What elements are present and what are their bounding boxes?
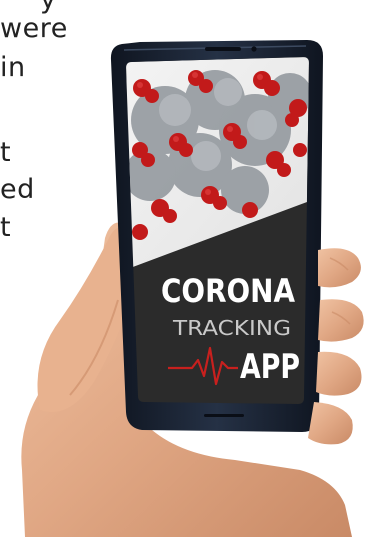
text-line: were	[0, 13, 68, 44]
title-app: APP	[240, 347, 300, 387]
title-tracking: TRACKING	[172, 316, 291, 340]
title-corona: CORONA	[161, 272, 295, 310]
text-line: in	[0, 52, 26, 83]
text-line: t	[0, 137, 12, 168]
front-camera	[251, 46, 257, 52]
home-indicator	[204, 414, 244, 417]
hand-holding-phone-photo: CORONA TRACKING APP	[21, 40, 364, 537]
text-line: ed	[0, 174, 35, 205]
text-line: t	[0, 212, 12, 243]
earpiece	[205, 47, 241, 51]
